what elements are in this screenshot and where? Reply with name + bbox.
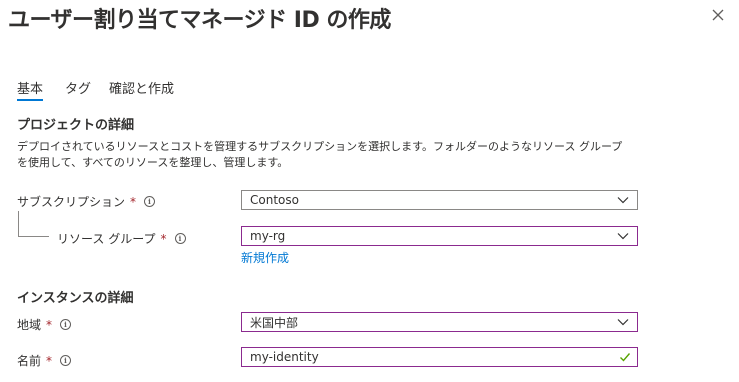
project-description: デプロイされているリソースとコストを管理するサブスクリプションを選択します。フォ… — [17, 140, 623, 169]
info-icon[interactable]: i — [144, 196, 156, 207]
chevron-down-icon — [617, 197, 629, 204]
region-value: 米国中部 — [250, 315, 299, 330]
resource-group-dropdown[interactable]: my-rg — [241, 226, 638, 246]
instance-details-heading: インスタンスの詳細 — [17, 291, 134, 306]
tab-basics[interactable]: 基本 — [17, 78, 43, 97]
checkmark-icon — [620, 353, 631, 362]
tree-connector-horizontal — [18, 236, 49, 237]
chevron-down-icon — [617, 233, 629, 240]
info-icon[interactable]: i — [60, 355, 72, 366]
region-dropdown[interactable]: 米国中部 — [241, 312, 638, 332]
resource-group-label-text: リソース グループ — [57, 232, 156, 246]
required-marker: * — [46, 353, 53, 368]
required-marker: * — [46, 317, 53, 332]
subscription-value: Contoso — [250, 193, 299, 207]
tab-tags[interactable]: タグ — [65, 78, 91, 97]
info-icon[interactable]: i — [60, 319, 72, 330]
region-label: 地域 * i — [17, 316, 72, 333]
subscription-dropdown[interactable]: Contoso — [241, 190, 638, 210]
project-details-heading: プロジェクトの詳細 — [17, 118, 135, 133]
name-input[interactable]: my-identity — [241, 347, 638, 367]
required-marker: * — [130, 194, 137, 209]
subscription-label-text: サブスクリプション — [17, 195, 126, 209]
name-label: 名前 * i — [17, 352, 72, 369]
active-tab-indicator — [17, 99, 43, 101]
create-new-link[interactable]: 新規作成 — [241, 249, 289, 266]
tab-review-create[interactable]: 確認と作成 — [109, 78, 174, 97]
region-label-text: 地域 — [17, 318, 42, 332]
page-title: ユーザー割り当てマネージド ID の作成 — [8, 8, 391, 33]
name-label-text: 名前 — [17, 354, 42, 368]
info-icon[interactable]: i — [174, 233, 186, 244]
tree-connector — [18, 211, 19, 237]
subscription-label: サブスクリプション * i — [17, 193, 156, 210]
name-value: my-identity — [250, 350, 319, 364]
close-icon[interactable] — [711, 8, 725, 22]
more-options-button[interactable]: ··· — [348, 6, 364, 22]
chevron-down-icon — [617, 319, 629, 326]
resource-group-label: リソース グループ * i — [57, 230, 186, 247]
resource-group-value: my-rg — [250, 229, 286, 243]
required-marker: * — [160, 231, 167, 246]
